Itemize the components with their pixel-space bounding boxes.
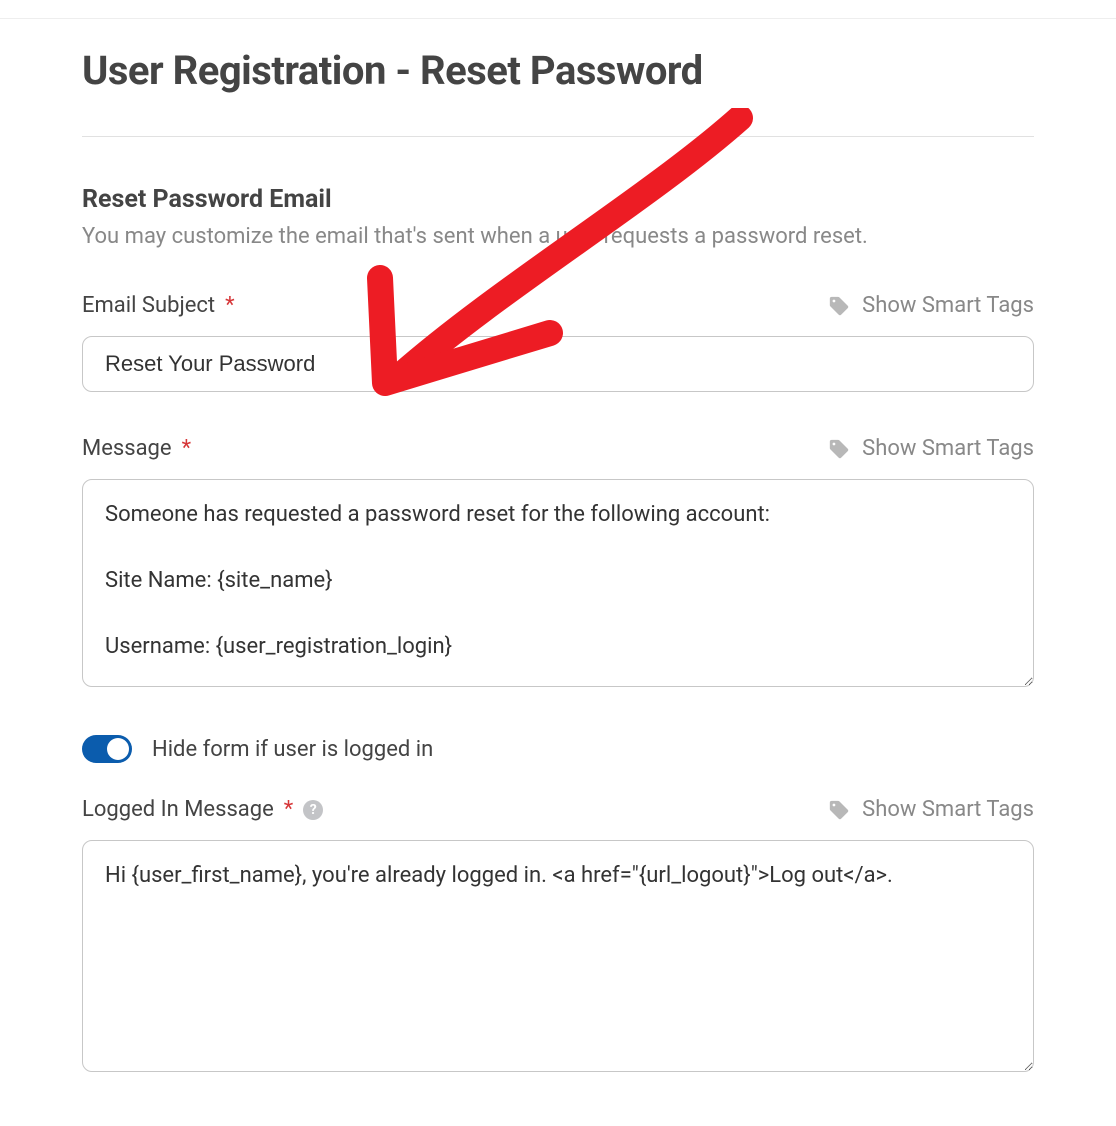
tag-icon bbox=[828, 295, 850, 317]
email-subject-field: Email Subject * Show Smart Tags bbox=[82, 293, 1034, 392]
show-smart-tags-link[interactable]: Show Smart Tags bbox=[828, 797, 1034, 822]
show-smart-tags-link[interactable]: Show Smart Tags bbox=[828, 293, 1034, 318]
message-field: Message * Show Smart Tags bbox=[82, 436, 1034, 691]
logged-in-message-label: Logged In Message bbox=[82, 797, 274, 822]
hide-form-toggle-label: Hide form if user is logged in bbox=[152, 737, 433, 762]
smart-tags-label: Show Smart Tags bbox=[862, 797, 1034, 822]
section-description: You may customize the email that's sent … bbox=[82, 224, 1034, 249]
help-icon[interactable]: ? bbox=[303, 800, 323, 820]
show-smart-tags-link[interactable]: Show Smart Tags bbox=[828, 436, 1034, 461]
page-title: User Registration - Reset Password bbox=[82, 47, 1034, 94]
required-mark: * bbox=[182, 436, 191, 461]
message-label: Message bbox=[82, 436, 172, 461]
required-mark: * bbox=[284, 797, 293, 822]
hide-form-toggle[interactable] bbox=[82, 735, 132, 763]
tag-icon bbox=[828, 799, 850, 821]
hide-form-toggle-row: Hide form if user is logged in bbox=[82, 735, 1034, 763]
section-divider bbox=[82, 136, 1034, 137]
required-mark: * bbox=[225, 293, 234, 318]
section-title: Reset Password Email bbox=[82, 185, 1034, 214]
smart-tags-label: Show Smart Tags bbox=[862, 436, 1034, 461]
email-subject-label: Email Subject bbox=[82, 293, 215, 318]
logged-in-message-textarea[interactable] bbox=[82, 840, 1034, 1072]
tag-icon bbox=[828, 438, 850, 460]
email-subject-input[interactable] bbox=[82, 336, 1034, 392]
logged-in-message-field: Logged In Message * ? Show Smart Tags bbox=[82, 797, 1034, 1076]
smart-tags-label: Show Smart Tags bbox=[862, 293, 1034, 318]
message-textarea[interactable] bbox=[82, 479, 1034, 687]
